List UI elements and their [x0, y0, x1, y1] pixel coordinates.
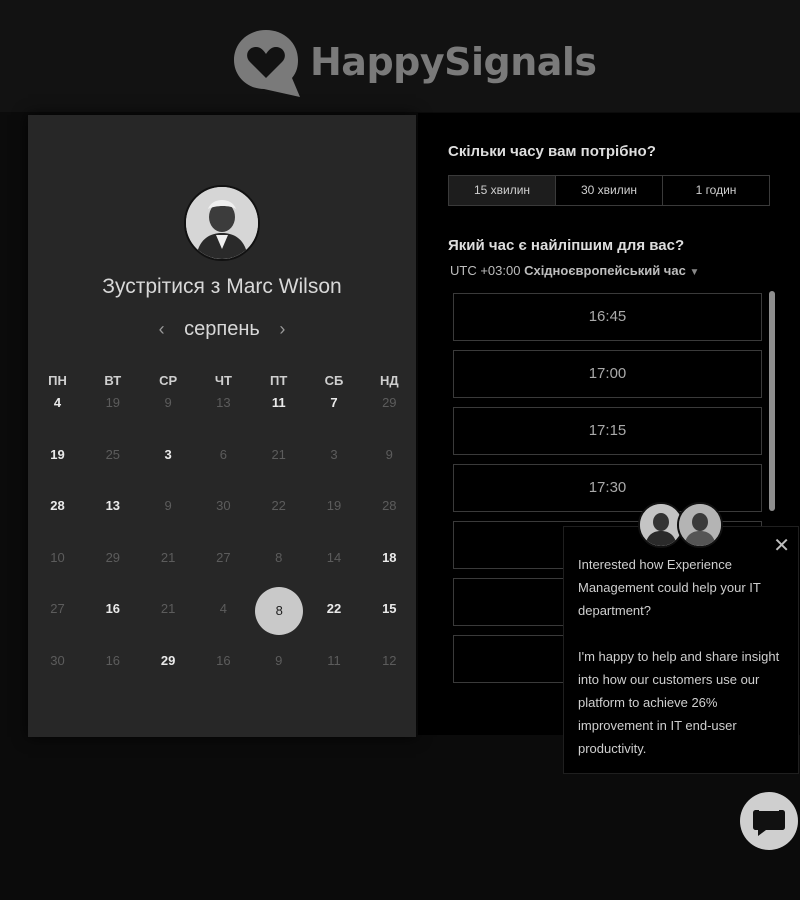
- calendar-day[interactable]: 4: [30, 395, 85, 410]
- calendar-day: 21: [271, 446, 286, 462]
- meet-title: Зустрітися з Marc Wilson: [102, 275, 342, 298]
- month-navigation: ‹ серпень ›: [28, 318, 416, 341]
- timezone-name: Східноєвропейський час: [524, 263, 686, 278]
- weekday-label: ВТ: [104, 373, 122, 388]
- calendar-day[interactable]: 16: [85, 601, 140, 616]
- duration-selector: 15 хвилин 30 хвилин 1 годин: [448, 175, 770, 206]
- calendar-day: 14: [326, 549, 342, 565]
- month-label: серпень: [184, 318, 260, 340]
- header: HappySignals: [0, 0, 800, 112]
- caret-down-icon: ▼: [689, 267, 700, 278]
- calendar-day: 4: [219, 601, 227, 616]
- calendar-day: 16: [216, 652, 231, 668]
- duration-option[interactable]: 30 хвилин: [556, 176, 663, 205]
- calendar-day[interactable]: 11: [251, 395, 306, 410]
- calendar-day: 6: [219, 446, 227, 462]
- chat-message-line2: I'm happy to help and share insight into…: [578, 649, 780, 756]
- calendar-day: 9: [385, 446, 393, 462]
- calendar-day[interactable]: 18: [362, 550, 417, 565]
- calendar-day: 9: [164, 498, 172, 513]
- chat-popup: ✕ Interested how Experience Management c…: [563, 526, 799, 774]
- calendar-day: 9: [275, 652, 283, 668]
- calendar-day: 30: [216, 498, 231, 513]
- calendar-day: 19: [326, 498, 342, 513]
- weekday-label: ПТ: [270, 373, 288, 388]
- chat-launcher-button[interactable]: [740, 792, 798, 850]
- weekday-label: СБ: [324, 373, 344, 388]
- duration-option[interactable]: 15 хвилин: [449, 176, 556, 205]
- calendar-day: 13: [216, 395, 231, 410]
- calendar-day[interactable]: 28: [30, 498, 85, 513]
- calendar-day: 27: [216, 549, 231, 565]
- calendar-day[interactable]: 29: [141, 653, 196, 668]
- calendar-panel: Зустрітися з Marc Wilson ‹ серпень › ПН В…: [28, 115, 416, 737]
- next-month-icon[interactable]: ›: [279, 319, 285, 340]
- calendar-day: 8: [275, 549, 283, 565]
- calendar-day: 29: [105, 549, 121, 565]
- host-avatar: [184, 185, 260, 261]
- timezone-offset: UTC +03:00: [450, 263, 521, 278]
- calendar-day: 19: [105, 395, 121, 410]
- chat-bubble-icon: [753, 809, 785, 836]
- duration-question: Скільки часу вам потрібно?: [448, 143, 656, 160]
- chat-message-line1: Interested how Experience Management cou…: [578, 557, 761, 618]
- time-slot[interactable]: 17:30: [453, 464, 762, 512]
- slot-scrollbar[interactable]: [769, 291, 775, 511]
- heart-bubble-icon: [230, 26, 302, 98]
- calendar-day: 10: [50, 549, 65, 565]
- calendar-day[interactable]: 22: [307, 601, 362, 616]
- chat-message: Interested how Experience Management cou…: [578, 553, 790, 760]
- brand-logo[interactable]: HappySignals: [230, 26, 597, 98]
- time-question: Який час є найліпшим для вас?: [448, 237, 685, 254]
- calendar-day: 27: [50, 601, 65, 616]
- prev-month-icon[interactable]: ‹: [159, 319, 165, 340]
- calendar-day-selected[interactable]: 8: [255, 587, 304, 635]
- calendar-day: 16: [105, 652, 121, 668]
- calendar-day[interactable]: 19: [30, 447, 85, 462]
- calendar-day: 28: [382, 498, 397, 513]
- calendar-day: 21: [160, 549, 176, 565]
- calendar-day: 25: [105, 446, 121, 462]
- calendar-day: 9: [164, 395, 172, 410]
- timezone-selector[interactable]: UTC +03:00 Східноєвропейський час ▼: [450, 263, 699, 278]
- time-slot[interactable]: 17:00: [453, 350, 762, 398]
- calendar-day[interactable]: 3: [141, 447, 196, 462]
- calendar-day: 12: [382, 652, 397, 668]
- calendar-day: 21: [160, 601, 176, 616]
- weekday-label: ПН: [48, 373, 67, 388]
- calendar-day[interactable]: 7: [307, 395, 362, 410]
- weekday-label: НД: [379, 373, 399, 388]
- calendar-day: 11: [327, 652, 341, 668]
- agent-avatar: [677, 502, 723, 548]
- duration-option[interactable]: 1 годин: [663, 176, 769, 205]
- calendar-day: 22: [271, 498, 286, 513]
- weekday-label: ЧТ: [214, 373, 232, 388]
- calendar-day[interactable]: 15: [362, 601, 417, 616]
- time-slot[interactable]: 16:45: [453, 293, 762, 341]
- weekday-label: СР: [159, 373, 178, 388]
- calendar-day: 29: [382, 395, 397, 410]
- brand-name: HappySignals: [310, 40, 597, 84]
- calendar-day: 30: [50, 652, 65, 668]
- calendar-day[interactable]: 13: [85, 498, 140, 513]
- calendar-day: 3: [330, 446, 338, 462]
- time-slot[interactable]: 17:15: [453, 407, 762, 455]
